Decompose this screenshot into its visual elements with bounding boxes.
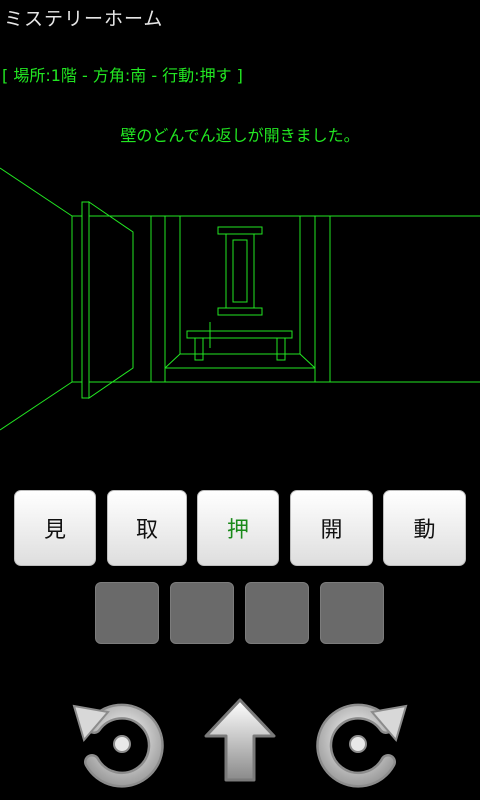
low-table-leg	[276, 338, 286, 361]
hanging-scroll	[225, 233, 255, 309]
low-table-leg	[194, 338, 204, 361]
hanging-scroll-inner	[232, 239, 248, 303]
hanging-scroll-bottom-rod	[217, 307, 263, 316]
command-look-button[interactable]: 見	[14, 490, 96, 566]
low-table-top	[186, 330, 293, 339]
rotate-left-icon[interactable]	[70, 690, 170, 790]
hanging-scroll-top-rod	[217, 226, 263, 235]
floor-edge	[299, 353, 316, 369]
inventory-slot-4[interactable]	[320, 582, 384, 644]
status-line: [ 場所:1階 - 方角:南 - 行動:押す ]	[2, 66, 243, 85]
floor-edge	[164, 353, 181, 369]
command-push-button[interactable]: 押	[197, 490, 279, 566]
app-title: ミステリーホーム	[4, 8, 164, 30]
rotate-right-icon[interactable]	[310, 690, 410, 790]
left-wall-edge-bottom	[0, 381, 73, 431]
inventory-slot-1[interactable]	[95, 582, 159, 644]
left-door-jamb	[81, 201, 90, 399]
left-wall-edge-top	[0, 167, 73, 217]
game-message: 壁のどんでん返しが開きました。	[120, 126, 360, 145]
command-take-button[interactable]: 取	[107, 490, 187, 566]
command-move-button[interactable]: 動	[383, 490, 466, 566]
open-revolving-panel	[88, 201, 134, 399]
arrow-up-icon[interactable]	[198, 690, 282, 790]
inventory-slot-3[interactable]	[245, 582, 309, 644]
command-open-button[interactable]: 開	[290, 490, 373, 566]
inventory-slot-2[interactable]	[170, 582, 234, 644]
dungeon-view	[0, 167, 480, 431]
